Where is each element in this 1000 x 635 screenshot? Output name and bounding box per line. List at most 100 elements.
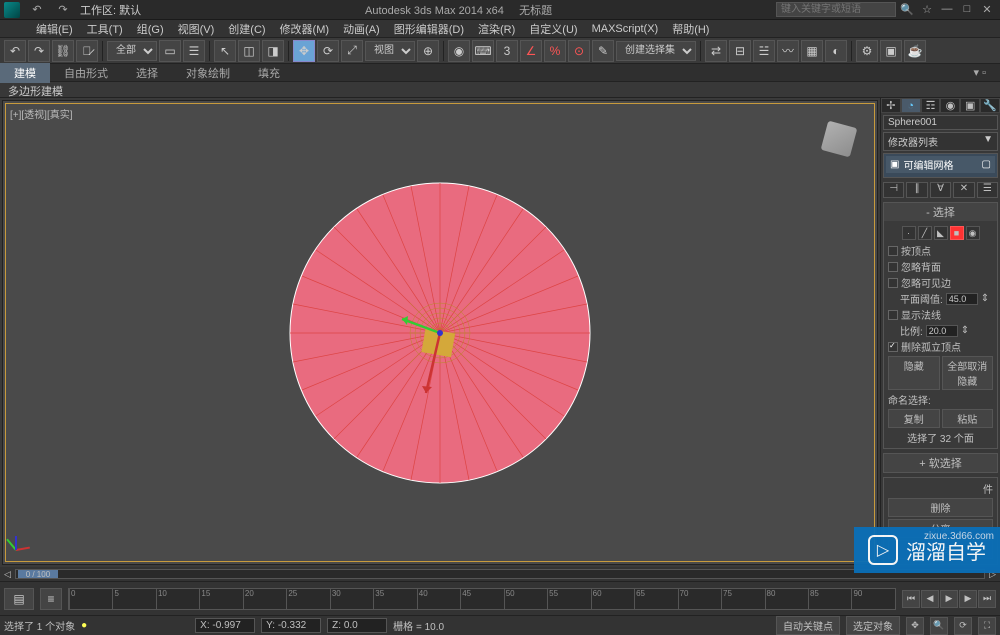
panel-tab-motion[interactable]: ◉: [940, 98, 960, 113]
menu-customize[interactable]: 自定义(U): [523, 20, 583, 38]
unhide-all-button[interactable]: 全部取消隐藏: [942, 356, 994, 390]
object-name-field[interactable]: [883, 115, 998, 130]
chk-ignore-back[interactable]: [888, 262, 898, 272]
pin-stack-button[interactable]: ⊣: [883, 182, 904, 198]
scale-button[interactable]: ⤢: [341, 40, 363, 62]
menu-tools[interactable]: 工具(T): [81, 20, 129, 38]
render-button[interactable]: ☕: [904, 40, 926, 62]
signin-icon[interactable]: ☆: [918, 3, 936, 17]
select-name-button[interactable]: ☰: [183, 40, 205, 62]
time-ruler[interactable]: 051015202530354045505560657075808590: [68, 588, 896, 610]
ribbon-collapse-button[interactable]: ▾ ▫: [960, 64, 1000, 81]
chk-ignore-vis[interactable]: [888, 278, 898, 288]
configure-button[interactable]: ☰: [977, 182, 998, 198]
model-umbrella[interactable]: [270, 163, 610, 503]
viewcube[interactable]: [821, 121, 858, 158]
undo-button[interactable]: ↶: [4, 40, 26, 62]
paste-button[interactable]: 粘贴: [942, 409, 994, 428]
ref-coord-dropdown[interactable]: 视图: [365, 41, 415, 61]
chk-by-vertex[interactable]: [888, 246, 898, 256]
remove-button[interactable]: ✕: [953, 182, 974, 198]
rollout-selection-header[interactable]: - 选择: [884, 203, 997, 221]
nav-pan-button[interactable]: ✥: [906, 617, 924, 635]
play-button[interactable]: ▶: [940, 590, 958, 608]
maxscript-button[interactable]: ▤: [4, 588, 34, 610]
render-frame-button[interactable]: ▣: [880, 40, 902, 62]
ribbon-tab-freeform[interactable]: 自由形式: [50, 63, 122, 83]
hide-button[interactable]: 隐藏: [888, 356, 940, 390]
listener-button[interactable]: ≡: [40, 588, 62, 610]
menu-group[interactable]: 组(G): [131, 20, 170, 38]
keyboard-button[interactable]: ⌨: [472, 40, 494, 62]
layers-button[interactable]: ☱: [753, 40, 775, 62]
subobj-polygon[interactable]: ■: [950, 226, 964, 240]
spinner-snap-button[interactable]: ⊙: [568, 40, 590, 62]
time-slider[interactable]: 0 / 100: [15, 569, 985, 579]
nav-zoom-button[interactable]: 🔍: [930, 617, 948, 635]
menu-maxscript[interactable]: MAXScript(X): [586, 22, 665, 36]
panel-tab-hierarchy[interactable]: ☶: [921, 98, 941, 113]
curve-editor-button[interactable]: 〰: [777, 40, 799, 62]
subobj-edge[interactable]: ╱: [918, 226, 932, 240]
workspace-dropdown[interactable]: 工作区: 默认: [80, 2, 141, 18]
ribbon-tab-paint[interactable]: 对象绘制: [172, 63, 244, 83]
ribbon-tab-populate[interactable]: 填充: [244, 63, 294, 83]
menu-edit[interactable]: 编辑(E): [30, 20, 79, 38]
render-setup-button[interactable]: ⚙: [856, 40, 878, 62]
coord-y[interactable]: Y: -0.332: [261, 618, 321, 633]
copy-button[interactable]: 复制: [888, 409, 940, 428]
align-button[interactable]: ⊟: [729, 40, 751, 62]
snap-button[interactable]: 3: [496, 40, 518, 62]
selection-filter-dropdown[interactable]: 全部: [107, 41, 157, 61]
rollout-soft-header[interactable]: + 软选择: [884, 454, 997, 472]
prev-frame-button[interactable]: ◀: [921, 590, 939, 608]
nav-orbit-button[interactable]: ⟳: [954, 617, 972, 635]
menu-render[interactable]: 渲染(R): [472, 20, 521, 38]
planar-threshold-spinner[interactable]: [946, 293, 978, 305]
stack-item-editable-mesh[interactable]: ▣ 可编辑网格 ▢: [886, 156, 995, 173]
panel-tab-modify[interactable]: ◔: [901, 98, 921, 113]
modifier-list-dropdown[interactable]: 修改器列表▼: [883, 132, 998, 151]
ribbon-tab-modeling[interactable]: 建模: [0, 63, 50, 83]
sel-lock-button[interactable]: 选定对象: [846, 616, 900, 635]
search-input[interactable]: [776, 2, 896, 17]
menu-create[interactable]: 创建(C): [222, 20, 271, 38]
panel-tab-display[interactable]: ▣: [960, 98, 980, 113]
lock-icon[interactable]: ●: [81, 620, 87, 631]
close-button[interactable]: ✕: [978, 3, 996, 17]
viewport-label[interactable]: [+][透视][真实]: [10, 106, 73, 121]
prev-key-icon[interactable]: ◁: [4, 569, 11, 580]
move-button[interactable]: ✥: [293, 40, 315, 62]
modifier-stack[interactable]: ▣ 可编辑网格 ▢: [883, 153, 998, 178]
quick-access-undo[interactable]: ↶: [28, 3, 46, 17]
window-crossing-button[interactable]: ◨: [262, 40, 284, 62]
goto-end-button[interactable]: ⏭: [978, 590, 996, 608]
subobj-face[interactable]: ◣: [934, 226, 948, 240]
manipulate-button[interactable]: ◉: [448, 40, 470, 62]
coord-x[interactable]: X: -0.997: [195, 618, 255, 633]
pivot-button[interactable]: ⊕: [417, 40, 439, 62]
normal-scale-spinner[interactable]: [926, 325, 958, 337]
chk-delete-iso[interactable]: [888, 342, 898, 352]
auto-key-button[interactable]: 自动关键点: [776, 616, 840, 635]
unlink-button[interactable]: ⛓̷: [76, 40, 98, 62]
time-cursor[interactable]: 0 / 100: [18, 570, 58, 578]
remove-iso-button[interactable]: 删除: [888, 498, 993, 517]
help-icon[interactable]: 🔍: [898, 3, 916, 17]
link-button[interactable]: ⛓: [52, 40, 74, 62]
ribbon-tab-selection[interactable]: 选择: [122, 63, 172, 83]
panel-tab-create[interactable]: ✢: [881, 98, 901, 113]
goto-start-button[interactable]: ⏮: [902, 590, 920, 608]
menu-modifiers[interactable]: 修改器(M): [274, 20, 336, 38]
mirror-button[interactable]: ⇄: [705, 40, 727, 62]
nav-max-button[interactable]: ⛶: [978, 617, 996, 635]
next-frame-button[interactable]: ▶: [959, 590, 977, 608]
subobj-vertex[interactable]: ·: [902, 226, 916, 240]
redo-button[interactable]: ↷: [28, 40, 50, 62]
percent-snap-button[interactable]: %: [544, 40, 566, 62]
panel-tab-utilities[interactable]: 🔧: [980, 98, 1000, 113]
minimize-button[interactable]: —: [938, 3, 956, 17]
menu-animation[interactable]: 动画(A): [337, 20, 386, 38]
menu-views[interactable]: 视图(V): [172, 20, 221, 38]
angle-snap-button[interactable]: ∠: [520, 40, 542, 62]
